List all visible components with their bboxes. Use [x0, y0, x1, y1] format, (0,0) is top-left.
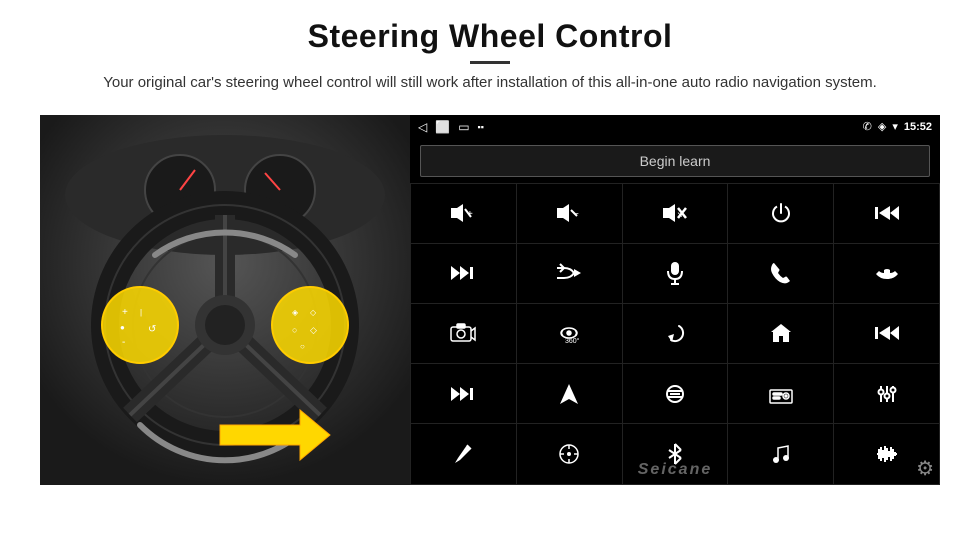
wifi-icon: ▾	[892, 120, 898, 133]
grid-cell-mic[interactable]	[623, 244, 728, 303]
svg-text:◇: ◇	[310, 308, 317, 317]
headunit-ui: ◁ ⬜ ▭ ▪▪ ✆ ◈ ▾ 15:52 Begin learn	[410, 115, 940, 485]
page-subtitle: Your original car's steering wheel contr…	[103, 72, 877, 95]
location-icon: ◈	[878, 120, 886, 133]
radio-icon	[769, 384, 793, 404]
begin-learn-row: Begin learn	[410, 139, 940, 183]
grid-cell-shuffle[interactable]	[517, 244, 622, 303]
svg-text:-: -	[122, 337, 125, 348]
title-section: Steering Wheel Control Your original car…	[103, 18, 877, 95]
recent-nav-icon[interactable]: ▭	[458, 120, 469, 134]
grid-cell-mute[interactable]: ×	[623, 184, 728, 243]
time-display: 15:52	[904, 121, 932, 133]
home-icon	[770, 322, 792, 344]
svg-text:|: |	[140, 308, 142, 317]
power-icon	[770, 202, 792, 224]
camera-icon	[450, 323, 476, 343]
signal-icon: ▪▪	[478, 122, 484, 132]
status-bar: ◁ ⬜ ▭ ▪▪ ✆ ◈ ▾ 15:52	[410, 115, 940, 139]
svg-text:◇: ◇	[310, 325, 317, 335]
svg-text:◈: ◈	[292, 308, 299, 317]
navigate-icon	[559, 383, 579, 405]
svg-text:●: ●	[120, 323, 125, 332]
grid-cell-radio[interactable]	[728, 364, 833, 423]
page-title: Steering Wheel Control	[103, 18, 877, 55]
grid-cell-home[interactable]	[728, 304, 833, 363]
grid-cell-phone[interactable]	[728, 244, 833, 303]
title-divider	[470, 61, 510, 64]
eq-icon	[664, 383, 686, 405]
svg-text:360°: 360°	[565, 337, 580, 344]
svg-text:+: +	[467, 209, 473, 220]
grid-cell-skip-back[interactable]	[834, 304, 939, 363]
phone-icon: ✆	[863, 120, 872, 133]
next-track-icon	[451, 264, 475, 282]
grid-cell-power[interactable]	[728, 184, 833, 243]
vol-down-icon: −	[555, 203, 583, 223]
hang-up-icon	[874, 264, 900, 282]
mute-icon: ×	[661, 203, 689, 223]
grid-cell-360[interactable]: 360°	[517, 304, 622, 363]
360-view-icon: 360°	[555, 322, 583, 344]
grid-cell-compass[interactable]	[517, 424, 622, 483]
mixer-icon	[876, 384, 898, 404]
grid-cell-mixer[interactable]	[834, 364, 939, 423]
status-bar-right: ✆ ◈ ▾ 15:52	[863, 120, 932, 133]
grid-cell-prev[interactable]	[834, 184, 939, 243]
begin-learn-button[interactable]: Begin learn	[420, 145, 930, 177]
svg-text:↺: ↺	[148, 324, 156, 335]
home-nav-icon[interactable]: ⬜	[435, 120, 450, 134]
fast-forward-icon	[451, 385, 475, 403]
compass-icon	[558, 443, 580, 465]
svg-text:−: −	[573, 209, 579, 220]
grid-cell-vol-up[interactable]: +	[411, 184, 516, 243]
waveform-icon	[875, 444, 899, 464]
svg-text:○: ○	[300, 342, 305, 351]
prev-track-icon	[875, 204, 899, 222]
music-icon	[770, 443, 792, 465]
svg-text:○: ○	[292, 325, 297, 335]
icon-grid: + −	[410, 183, 940, 485]
page-container: Steering Wheel Control Your original car…	[0, 0, 980, 544]
grid-cell-eq[interactable]	[623, 364, 728, 423]
grid-cell-ff[interactable]	[411, 364, 516, 423]
grid-cell-vol-down[interactable]: −	[517, 184, 622, 243]
content-row: + ● - | ↺ ◈ ◇ ○ ◇ ○	[40, 115, 940, 485]
shuffle-icon	[556, 263, 582, 283]
grid-cell-next[interactable]	[411, 244, 516, 303]
vol-up-icon: +	[449, 203, 477, 223]
back-icon	[664, 322, 686, 344]
watermark: Seicane	[638, 461, 712, 479]
skip-back-icon	[875, 324, 899, 342]
grid-cell-back[interactable]	[623, 304, 728, 363]
grid-cell-pen[interactable]	[411, 424, 516, 483]
grid-cell-music[interactable]	[728, 424, 833, 483]
grid-cell-hangup[interactable]	[834, 244, 939, 303]
status-bar-left: ◁ ⬜ ▭ ▪▪	[418, 120, 484, 134]
grid-cell-camera[interactable]	[411, 304, 516, 363]
gear-settings-icon[interactable]: ⚙	[916, 456, 934, 481]
phone-call-icon	[770, 262, 792, 284]
mic-icon	[666, 261, 684, 285]
grid-cell-navigate[interactable]	[517, 364, 622, 423]
svg-text:+: +	[122, 307, 128, 318]
svg-text:×: ×	[677, 210, 683, 221]
back-nav-icon[interactable]: ◁	[418, 120, 427, 134]
pen-icon	[453, 443, 473, 465]
steering-wheel-image: + ● - | ↺ ◈ ◇ ○ ◇ ○	[40, 115, 410, 485]
